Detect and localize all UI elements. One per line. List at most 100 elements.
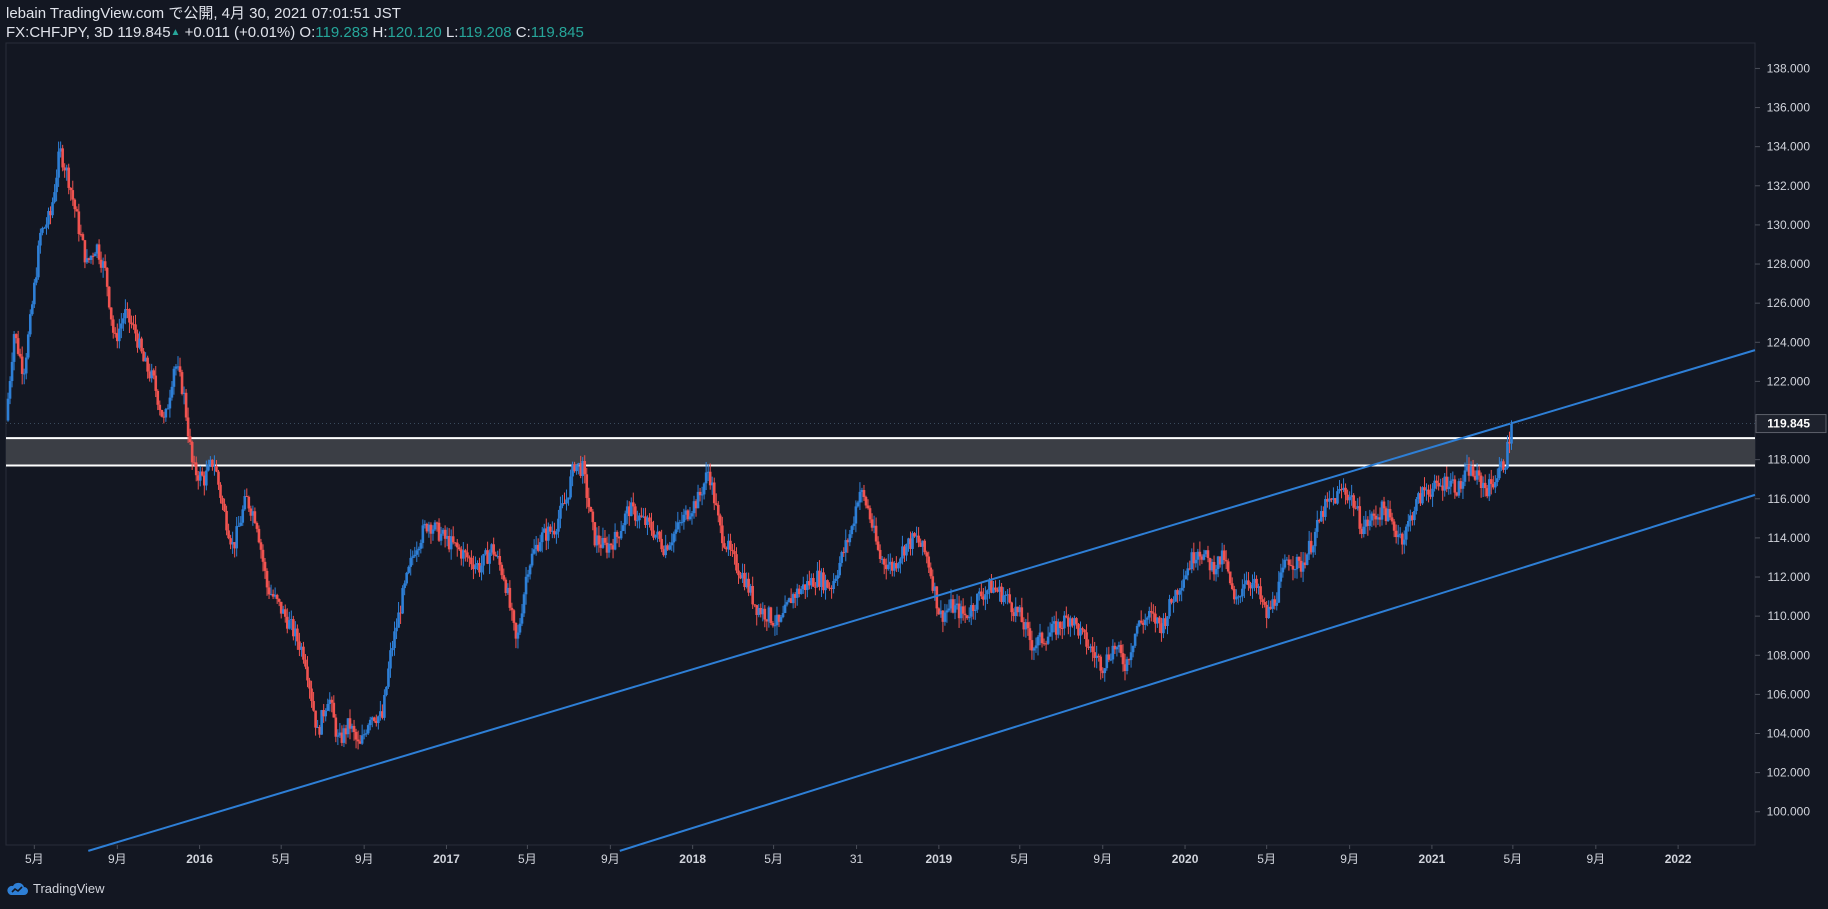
candle-body [868, 508, 872, 520]
candle-body [283, 609, 287, 617]
candle-body [852, 523, 856, 527]
candle-body [1498, 467, 1501, 479]
candle-body [415, 550, 419, 555]
candle-body [1368, 520, 1372, 526]
candle-body [1222, 550, 1226, 561]
candle-body [134, 324, 137, 334]
candle-body [733, 551, 736, 555]
candle-body [557, 518, 560, 532]
price-tick-label: 122.000 [1767, 374, 1811, 388]
candle-body [439, 533, 443, 541]
candle-body [205, 470, 208, 486]
candle-body [814, 586, 817, 588]
candle-body [261, 549, 265, 562]
candle-body [109, 307, 113, 320]
candle-body [1263, 602, 1266, 605]
candle-body [1182, 579, 1185, 588]
candle-body [682, 514, 686, 523]
candle-body [619, 530, 623, 539]
candle-body [263, 561, 267, 571]
last-price-marker: 119.845 [6, 414, 1827, 434]
candle-body [494, 554, 497, 557]
candle-body [1293, 569, 1297, 571]
candle-body [75, 209, 79, 212]
candle-body [470, 557, 473, 565]
candle-body [385, 686, 388, 695]
candle-body [1477, 470, 1481, 476]
candle-body [1135, 625, 1139, 634]
candle-body [1065, 615, 1068, 618]
price-chart[interactable]: 100.000 102.000 104.000 106.000 108.000 110.0… [0, 0, 1828, 909]
candle-body [1372, 513, 1376, 516]
candle-body [492, 544, 495, 555]
candle-body [67, 167, 71, 188]
time-tick-label: 2016 [186, 852, 213, 866]
candle-body [235, 526, 238, 549]
candle-body [1026, 622, 1030, 629]
candle-body [925, 552, 929, 557]
price-tick-label: 110.000 [1768, 609, 1811, 623]
price-tick-label: 114.000 [1768, 531, 1811, 545]
candle-body [156, 390, 160, 405]
candle-body [247, 496, 251, 509]
candle-body [28, 314, 32, 335]
time-axis[interactable]: 5月 9月 2016 5月 9月 2017 5月 9月 2018 5月 31 2019 5月 9月 2020… [25, 845, 1692, 866]
candle-body [1352, 495, 1355, 508]
candle-body [31, 304, 34, 315]
candle-body [433, 522, 437, 530]
candle-body [1427, 489, 1430, 495]
candle-body [1324, 499, 1327, 517]
time-tick-label: 5月 [764, 852, 783, 866]
price-tick-label: 100.000 [1767, 805, 1811, 819]
candle-body [1261, 599, 1264, 603]
candle-body [690, 513, 694, 517]
time-tick-label: 2019 [925, 852, 952, 866]
candle-body [862, 490, 866, 498]
candle-body [241, 509, 245, 523]
candle-body [834, 578, 837, 581]
candle-body [1291, 565, 1295, 570]
candle-body [393, 631, 396, 649]
price-tick-label: 132.000 [1767, 179, 1811, 193]
candle-body [33, 282, 36, 305]
candle-body [1413, 510, 1416, 521]
candle-body [184, 392, 188, 418]
trendlines[interactable] [88, 349, 1756, 852]
candle-body [227, 530, 230, 539]
candle-body [583, 460, 587, 475]
candle-body [312, 701, 315, 711]
candle-body [1241, 588, 1244, 597]
candle-body [1226, 561, 1230, 572]
candle-body [591, 511, 595, 523]
candle-body [336, 735, 340, 737]
candle-body [785, 602, 789, 605]
candle-body [20, 356, 24, 374]
time-tick-label: 2021 [1419, 852, 1446, 866]
candle-body [1230, 583, 1234, 590]
candle-body [111, 319, 115, 333]
candle-body [1046, 636, 1050, 644]
candle-body [1251, 582, 1254, 589]
candle-body [1214, 569, 1218, 575]
time-tick-label: 31 [850, 852, 864, 866]
candle-body [69, 187, 73, 191]
candle-body [1198, 551, 1202, 557]
resistance-zone[interactable] [6, 437, 1755, 467]
candle-body [1058, 621, 1062, 629]
candle-body [1239, 596, 1242, 598]
candle-body [1471, 466, 1475, 476]
candle-body [267, 587, 271, 595]
candle-body [1504, 468, 1507, 470]
price-axis[interactable]: 100.000 102.000 104.000 106.000 108.000 110.0… [1755, 61, 1811, 819]
candle-body [585, 474, 589, 498]
candle-body [502, 575, 506, 580]
price-tick-label: 138.000 [1767, 61, 1811, 75]
candle-body [1145, 617, 1149, 620]
candle-body [1180, 587, 1183, 591]
candle-body [609, 543, 613, 546]
candle-body [1107, 654, 1111, 660]
tradingview-logo[interactable]: TradingView [6, 881, 105, 896]
candle-body [917, 535, 920, 543]
candle-body [634, 506, 637, 521]
candle-body [1283, 559, 1287, 568]
